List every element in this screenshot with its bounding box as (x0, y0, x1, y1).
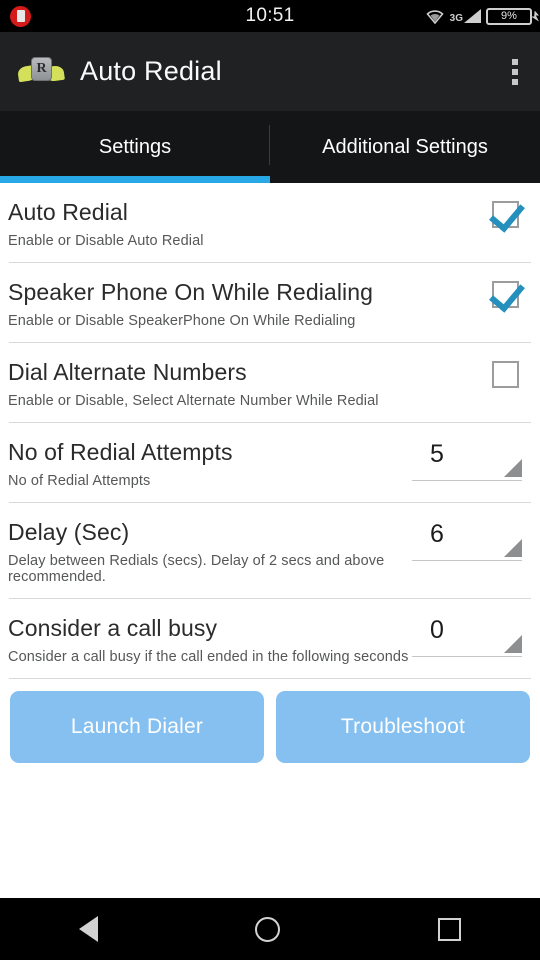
recent-apps-square-icon[interactable] (438, 917, 462, 941)
status-bar-right: 3G 9% (390, 7, 540, 25)
setting-subtitle: Enable or Disable SpeakerPhone On While … (8, 313, 356, 329)
spinner-value: 5 (430, 440, 444, 468)
setting-title: Auto Redial (8, 199, 129, 225)
setting-subtitle: Enable or Disable Auto Redial (8, 233, 204, 249)
app-icon-letter: R (31, 56, 52, 81)
status-bar-left (0, 5, 150, 27)
setting-row-redial-attempts[interactable]: No of Redial Attempts No of Redial Attem… (8, 423, 532, 503)
chevron-down-icon (504, 539, 522, 557)
checkbox-auto-redial[interactable] (492, 201, 519, 228)
setting-subtitle: Consider a call busy if the call ended i… (8, 649, 409, 665)
setting-row-auto-redial[interactable]: Auto Redial Enable or Disable Auto Redia… (8, 183, 532, 263)
setting-subtitle: Enable or Disable, Select Alternate Numb… (8, 393, 379, 409)
sim-card-icon (10, 5, 31, 27)
status-bar-clock: 10:51 (245, 5, 295, 26)
checkbox-speaker-phone[interactable] (492, 281, 519, 308)
home-circle-icon[interactable] (255, 916, 281, 942)
setting-subtitle: Delay between Redials (secs). Delay of 2… (8, 553, 385, 585)
setting-title: Delay (Sec) (8, 519, 130, 545)
tab-settings-label: Settings (98, 135, 172, 158)
battery-percent-label: 9% (501, 10, 517, 22)
setting-row-dial-alternate-numbers[interactable]: Dial Alternate Numbers Enable or Disable… (8, 343, 532, 423)
spinner-consider-call-busy[interactable]: 0 (412, 613, 522, 657)
tab-active-indicator (0, 176, 270, 183)
status-bar: 10:51 3G 9% (0, 0, 540, 32)
network-indicator: 3G (449, 9, 481, 24)
settings-list: Auto Redial Enable or Disable Auto Redia… (0, 183, 540, 898)
setting-row-delay[interactable]: Delay (Sec) Delay between Redials (secs)… (8, 503, 532, 599)
overflow-menu-icon[interactable] (512, 58, 518, 85)
auto-redial-app-icon: R (17, 55, 65, 89)
wifi-icon (425, 9, 445, 24)
spinner-delay[interactable]: 6 (412, 517, 522, 561)
setting-subtitle: No of Redial Attempts (8, 473, 151, 489)
network-type-label: 3G (449, 13, 463, 24)
setting-title: Consider a call busy (8, 615, 218, 641)
spinner-value: 0 (430, 616, 444, 644)
tab-bar: Settings Additional Settings (0, 111, 540, 183)
setting-row-speaker-phone[interactable]: Speaker Phone On While Redialing Enable … (8, 263, 532, 343)
troubleshoot-button[interactable]: Troubleshoot (276, 691, 530, 763)
launch-dialer-button[interactable]: Launch Dialer (10, 691, 264, 763)
battery-indicator: 9% (486, 7, 539, 25)
setting-row-consider-call-busy[interactable]: Consider a call busy Consider a call bus… (8, 599, 532, 679)
tab-settings[interactable]: Settings (0, 111, 270, 183)
chevron-down-icon (504, 635, 522, 653)
setting-title: Dial Alternate Numbers (8, 359, 247, 385)
setting-title: Speaker Phone On While Redialing (8, 279, 374, 305)
spinner-redial-attempts[interactable]: 5 (412, 437, 522, 481)
setting-title: No of Redial Attempts (8, 439, 233, 465)
action-bar: R Auto Redial (0, 32, 540, 111)
page-title: Auto Redial (80, 56, 222, 86)
back-triangle-icon[interactable] (78, 916, 98, 942)
spinner-value: 6 (430, 520, 444, 548)
row-divider (9, 678, 531, 679)
action-button-row: Launch Dialer Troubleshoot (8, 679, 532, 763)
android-navigation-bar (0, 898, 540, 960)
checkbox-dial-alternate-numbers[interactable] (492, 361, 519, 388)
tab-additional-settings-label: Additional Settings (322, 135, 488, 158)
tab-additional-settings[interactable]: Additional Settings (270, 111, 540, 183)
signal-bars-icon (464, 9, 481, 23)
phone-screen: 10:51 3G 9% R Auto Redial Settings Addit… (0, 0, 540, 960)
chevron-down-icon (504, 459, 522, 477)
charging-bolt-icon (531, 10, 539, 22)
